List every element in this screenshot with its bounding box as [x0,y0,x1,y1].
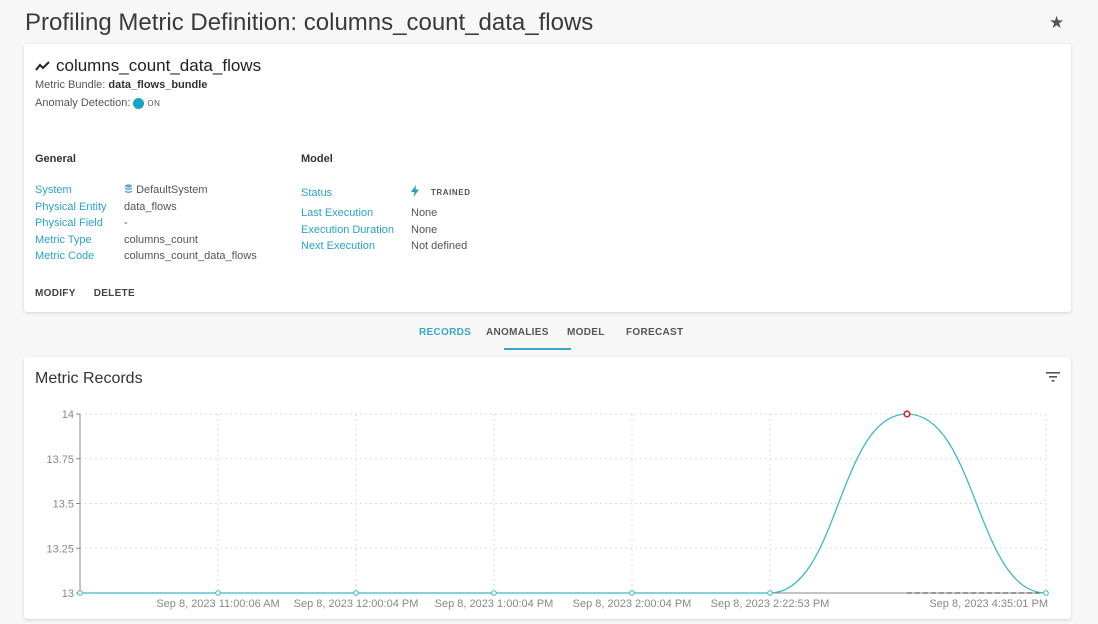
x-tick-label: Sep 8, 2023 2:22:53 PM [711,598,830,610]
x-tick-label: Sep 8, 2023 12:00:04 PM [294,598,419,610]
data-point [77,590,83,596]
y-tick-label: 14 [62,409,74,421]
y-tick-label: 13 [62,588,74,600]
anomaly-point [903,410,911,418]
x-tick-label: Sep 8, 2023 11:00:06 AM [156,598,279,610]
data-point [1043,590,1049,596]
y-tick-label: 13.25 [46,543,74,555]
x-tick-label: Sep 8, 2023 4:35:01 PM [929,598,1048,610]
y-tick-label: 13.5 [53,499,74,511]
data-point [353,590,359,596]
data-point [767,590,773,596]
records-chart: 13 13.25 13.5 13.75 14 Sep 8, 2023 11:00:06 A… [46,409,1049,610]
data-point [629,590,635,596]
x-tick-label: Sep 8, 2023 1:00:04 PM [435,598,554,610]
data-point [215,590,221,596]
x-tick-label: Sep 8, 2023 2:00:04 PM [573,598,692,610]
y-tick-label: 13.75 [46,454,74,466]
data-point [491,590,497,596]
